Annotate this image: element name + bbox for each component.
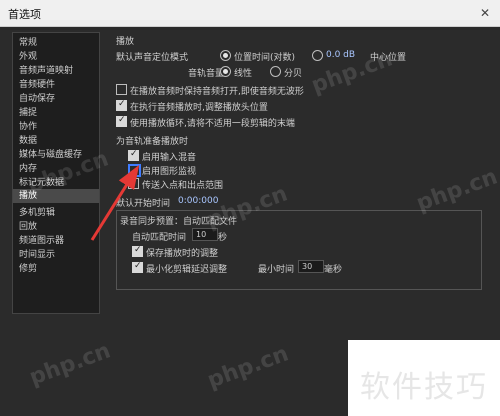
watermark-5: php.cn xyxy=(204,341,292,394)
min-time-input[interactable]: 30 xyxy=(298,260,324,273)
sidebar-item-trim[interactable]: 修剪 xyxy=(19,261,37,274)
auto-match-time-unit: 秒 xyxy=(218,233,228,243)
default-position-option-1: 位置时间(对数) xyxy=(234,53,296,63)
label-enable-input-mix: 启用输入混音 xyxy=(142,153,197,163)
label-send-in-out: 传送入点和出点范围 xyxy=(142,181,224,191)
window-title: 首选项 xyxy=(8,8,41,21)
titlebar: 首选项 ✕ xyxy=(0,0,500,27)
checkbox-enable-input-mix[interactable] xyxy=(128,149,139,161)
corner-badge: 软件技巧 xyxy=(348,340,500,416)
sidebar-item-multicam[interactable]: 多机剪辑 xyxy=(19,205,55,218)
default-position-label: 默认声音定位模式 xyxy=(116,53,189,63)
track-volume-option-2: 分贝 xyxy=(284,69,303,79)
checkbox-send-in-out[interactable] xyxy=(128,178,139,189)
checkbox-adjust-playhead[interactable] xyxy=(116,99,127,111)
checkbox-min-clip-delay[interactable] xyxy=(132,261,143,273)
sidebar-item-replay[interactable]: 回放 xyxy=(19,219,37,232)
default-start-time-value[interactable]: 0:00:000 xyxy=(178,196,218,206)
default-start-time-label: 默认开始时间 xyxy=(116,199,171,209)
panel-title: 播放 xyxy=(116,37,135,47)
checkbox-keep-audio[interactable] xyxy=(116,84,127,95)
label-playback-loop: 使用播放循环,请将不适用一段剪辑的末端 xyxy=(130,119,295,129)
sidebar-item-audio-channel-mapping[interactable]: 音频声道映射 xyxy=(19,63,73,76)
track-volume-radio-2[interactable] xyxy=(270,66,281,77)
checkbox-playback-loop[interactable] xyxy=(116,115,127,127)
sidebar-item-data[interactable]: 数据 xyxy=(19,133,37,146)
sidebar-item-capture[interactable]: 捕捉 xyxy=(19,105,37,118)
track-volume-radio-1[interactable] xyxy=(220,66,231,77)
default-position-radio-1[interactable] xyxy=(220,50,231,61)
group-title: 为音轨准备播放时 xyxy=(116,137,189,147)
sidebar-item-channel-display[interactable]: 频道图示器 xyxy=(19,233,64,246)
min-time-label: 最小时间 xyxy=(258,265,295,275)
corner-badge-text: 软件技巧 xyxy=(360,370,488,405)
preferences-panel: 播放 默认声音定位模式 位置时间(对数) 0.0 dB 中心位置 音轨音量 线性… xyxy=(108,32,488,312)
label-enable-graph-monitor: 启用图形监视 xyxy=(142,167,197,177)
label-keep-audio: 在播放音频时保持音频打开,即使音频无波形 xyxy=(130,87,304,97)
checkbox-enable-graph-monitor[interactable] xyxy=(128,164,141,177)
track-volume-option-1: 线性 xyxy=(234,69,253,79)
track-volume-label: 音轨音量 xyxy=(188,69,225,79)
watermark-4: php.cn xyxy=(26,338,114,391)
sidebar-item-appearance[interactable]: 外观 xyxy=(19,49,37,62)
min-time-unit: 毫秒 xyxy=(324,265,343,275)
sidebar-item-playback[interactable]: 播放 xyxy=(13,189,99,203)
label-min-clip-delay: 最小化剪辑延迟调整 xyxy=(146,265,228,275)
checkbox-save-playback-adjust[interactable] xyxy=(132,245,143,257)
sidebar-item-time-display[interactable]: 时间显示 xyxy=(19,247,55,260)
label-adjust-playhead: 在执行音频播放时,调整播放头位置 xyxy=(130,103,268,113)
close-icon[interactable]: ✕ xyxy=(476,4,494,22)
sidebar-item-autosave[interactable]: 自动保存 xyxy=(19,91,55,104)
default-position-radio-2[interactable] xyxy=(312,50,323,61)
label-save-playback-adjust: 保存播放时的调整 xyxy=(146,249,219,259)
sidebar-item-audio-hardware[interactable]: 音频硬件 xyxy=(19,77,55,90)
preferences-window: 首选项 ✕ 常规 外观 音频声道映射 音频硬件 自动保存 捕捉 协作 数据 媒体… xyxy=(0,0,500,416)
sidebar-item-collaboration[interactable]: 协作 xyxy=(19,119,37,132)
sidebar-item-general[interactable]: 常规 xyxy=(19,35,37,48)
auto-match-time-label: 自动匹配时间 xyxy=(132,233,187,243)
